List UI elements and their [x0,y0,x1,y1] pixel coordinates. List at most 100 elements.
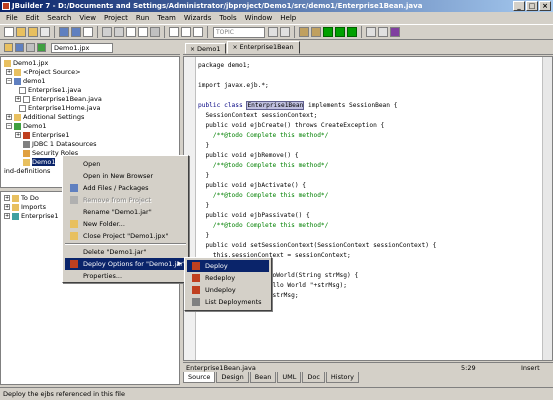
submenu-item-list-deployments[interactable]: List Deployments [187,296,269,308]
reopen-icon[interactable] [28,27,38,37]
save-icon[interactable] [59,27,69,37]
add-files-icon[interactable] [15,43,24,52]
code-line[interactable]: } [198,231,436,241]
code-line[interactable]: public void ejbCreate() throws CreateExc… [198,121,436,131]
submenu-item-deploy[interactable]: Deploy [187,260,269,272]
menu-project[interactable]: Project [100,12,132,24]
vertical-scrollbar[interactable] [542,57,552,360]
topic-combo[interactable]: TOPIC [213,26,265,38]
debug-icon[interactable] [335,27,345,37]
tree-node-additional-settings[interactable]: + Additional Settings [6,113,84,122]
tree-node-project[interactable]: Demo1.jpx [4,59,48,68]
menu-item-properties[interactable]: Properties... [65,270,186,282]
paste-icon[interactable] [138,27,148,37]
collapse-icon[interactable]: − [6,123,12,129]
optimize-icon[interactable] [347,27,357,37]
tab-history[interactable]: History [325,372,360,383]
close-button[interactable]: × [539,1,551,11]
tab-source[interactable]: Source [183,372,216,383]
go-back-icon[interactable] [268,27,278,37]
menu-team[interactable]: Team [153,12,180,24]
expand-icon[interactable]: + [15,132,21,138]
menu-item-close-project[interactable]: Close Project "Demo1.jpx" [65,230,186,242]
code-line[interactable]: /**@todo Complete this method*/ [198,131,436,141]
tab-bean[interactable]: Bean [249,372,277,383]
menu-view[interactable]: View [75,12,100,24]
undo-icon[interactable] [102,27,112,37]
menu-item-remove-from-project[interactable]: Remove from Project [65,194,186,206]
help-book-icon[interactable] [390,27,400,37]
tree-node-demo1-ejb-module[interactable]: − Demo1 [6,122,46,131]
menu-item-rename[interactable]: Rename "Demo1.jar" [65,206,186,218]
structure-node-enterprise1[interactable]: + Enterprise1 [4,212,59,221]
menu-tools[interactable]: Tools [215,12,240,24]
code-line[interactable]: package demo1; [198,61,436,71]
menu-item-open-in-new-browser[interactable]: Open in New Browser [65,170,186,182]
tab-demo1[interactable]: × Demo1 [185,43,227,54]
tree-node-project-source[interactable]: + <Project Source> [6,68,81,77]
tree-node-enterprise1-java[interactable]: Enterprise1.java [19,86,81,95]
code-line[interactable]: } [198,201,436,211]
copy-icon[interactable] [126,27,136,37]
tree-node-enterprise1-bean[interactable]: + Enterprise1 [15,131,70,140]
refresh-icon[interactable] [37,43,46,52]
back-icon[interactable] [366,27,376,37]
tree-node-demo1-package[interactable]: − demo1 [6,77,46,86]
code-line[interactable]: SessionContext sessionContext; [198,111,436,121]
tree-node-enterprise1home-java[interactable]: Enterprise1Home.java [19,104,100,113]
close-tab-icon[interactable]: × [190,46,195,53]
tab-enterprise1bean[interactable]: × Enterprise1Bean [227,41,300,54]
cut-icon[interactable] [150,27,160,37]
collapse-icon[interactable]: − [6,78,12,84]
minimize-button[interactable]: _ [513,1,525,11]
maximize-button[interactable]: □ [526,1,538,11]
close-project-icon[interactable] [4,43,13,52]
tree-node-ind-definitions[interactable]: ind-definitions [4,167,50,176]
remove-files-icon[interactable] [26,43,35,52]
rebuild-icon[interactable] [311,27,321,37]
print-icon[interactable] [83,27,93,37]
menu-wizards[interactable]: Wizards [180,12,216,24]
code-line[interactable] [198,71,436,81]
code-line[interactable]: } [198,171,436,181]
menu-item-new-folder[interactable]: New Folder... [65,218,186,230]
tab-design[interactable]: Design [216,372,249,383]
selected-identifier[interactable]: Enterprise1Bean [246,101,305,110]
menu-help[interactable]: Help [276,12,300,24]
find-icon[interactable] [169,27,179,37]
close-tab-icon[interactable]: × [232,44,237,51]
code-line[interactable]: public void ejbActivate() { [198,181,436,191]
tab-doc[interactable]: Doc [302,372,325,383]
close-icon[interactable] [40,27,50,37]
run-icon[interactable] [323,27,333,37]
expand-icon[interactable]: + [4,195,10,201]
find-again-icon[interactable] [181,27,191,37]
expand-icon[interactable]: + [6,114,12,120]
save-all-icon[interactable] [71,27,81,37]
menu-search[interactable]: Search [43,12,75,24]
expand-icon[interactable]: + [4,213,10,219]
menu-item-open[interactable]: Open [65,158,186,170]
expand-icon[interactable]: + [6,69,12,75]
tree-node-enterprise1bean-java[interactable]: + Enterprise1Bean.java [15,95,102,104]
code-line[interactable]: /**@todo Complete this method*/ [198,161,436,171]
code-line[interactable]: /**@todo Complete this method*/ [198,221,436,231]
menu-window[interactable]: Window [241,12,277,24]
project-combo[interactable]: Demo1.jpx [51,42,113,53]
menu-item-deploy-options[interactable]: Deploy Options for "Demo1.jar" ▶ [65,258,186,270]
code-line[interactable]: /**@todo Complete this method*/ [198,191,436,201]
new-file-icon[interactable] [4,27,14,37]
code-line[interactable] [198,91,436,101]
tab-uml[interactable]: UML [277,372,302,383]
code-editor[interactable]: package demo1; import javax.ejb.*; publi… [183,56,553,361]
structure-node-todo[interactable]: + To Do [4,194,39,203]
menu-edit[interactable]: Edit [22,12,44,24]
code-line[interactable]: public void ejbRemove() { [198,151,436,161]
code-line[interactable]: public void setSessionContext(SessionCon… [198,241,436,251]
tree-node-demo1-jar[interactable]: Demo1 [23,158,56,167]
code-line[interactable]: public void ejbPassivate() { [198,211,436,221]
menu-item-add-files[interactable]: Add Files / Packages [65,182,186,194]
menu-file[interactable]: File [2,12,22,24]
submenu-item-redeploy[interactable]: Redeploy [187,272,269,284]
make-icon[interactable] [299,27,309,37]
